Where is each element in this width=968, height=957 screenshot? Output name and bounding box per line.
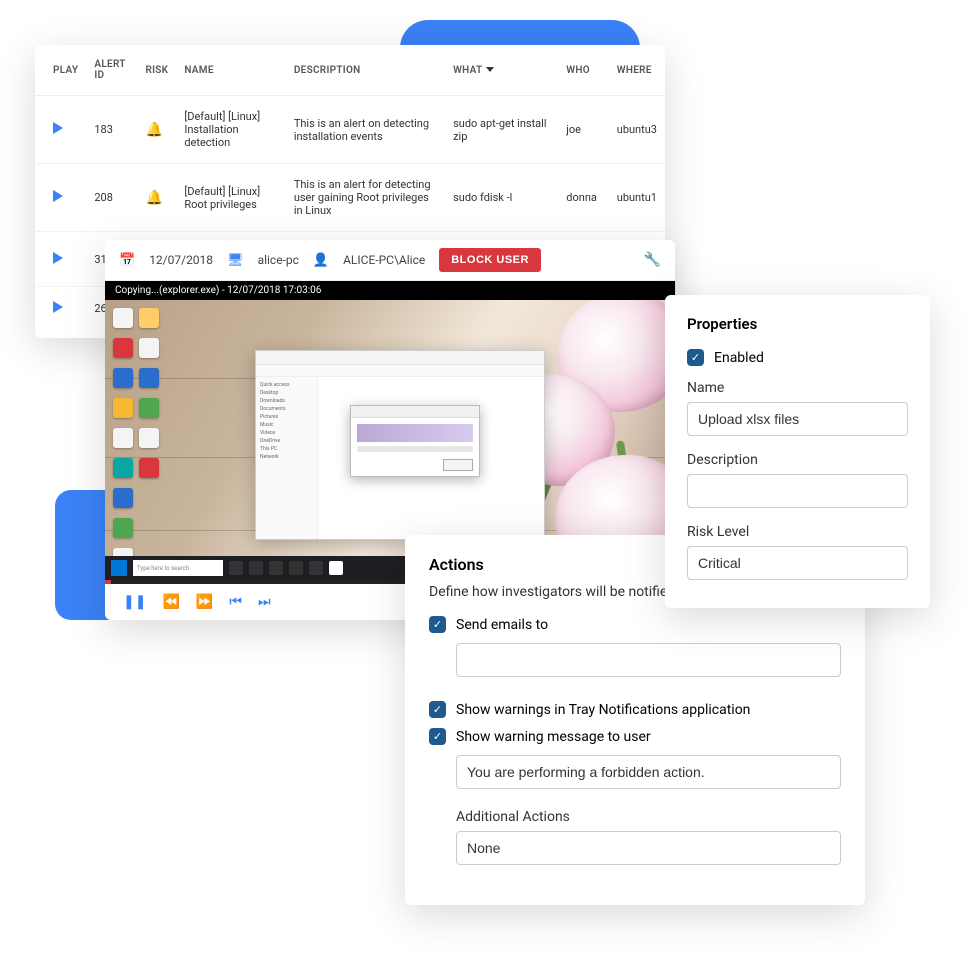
col-name[interactable]: NAME	[176, 45, 285, 96]
session-date: 12/07/2018	[149, 253, 213, 267]
additional-actions-label: Additional Actions	[456, 809, 841, 825]
cell-who: donna	[558, 164, 608, 232]
rewind-icon[interactable]: ⏪	[162, 594, 179, 610]
play-icon[interactable]	[53, 301, 63, 313]
session-host: alice-pc	[258, 253, 299, 267]
bell-icon: 🔔	[145, 190, 162, 206]
cell-alert-id: 183	[86, 96, 137, 164]
enabled-checkbox[interactable]: ✓	[687, 349, 704, 366]
cell-who: joe	[558, 96, 608, 164]
properties-panel: Properties ✓ Enabled Name Description Ri…	[665, 295, 930, 608]
cell-name: [Default] [Linux] Root privileges	[176, 164, 285, 232]
tray-notify-label: Show warnings in Tray Notifications appl…	[456, 702, 750, 718]
block-user-button[interactable]: BLOCK USER	[439, 248, 541, 272]
name-field[interactable]	[687, 402, 908, 436]
cell-description: This is an alert on detecting installati…	[286, 96, 445, 164]
table-row[interactable]: 208 🔔 [Default] [Linux] Root privileges …	[35, 164, 665, 232]
enabled-label: Enabled	[714, 350, 764, 366]
forward-icon[interactable]: ⏩	[196, 594, 213, 610]
description-label: Description	[687, 452, 908, 468]
bell-icon: 🔔	[145, 122, 162, 138]
desktop-icons-col	[139, 308, 159, 478]
cell-description: This is an alert for detecting user gain…	[286, 164, 445, 232]
desktop-icons-col	[113, 308, 133, 568]
session-user: ALICE-PC\Alice	[343, 253, 425, 267]
play-icon[interactable]	[53, 122, 63, 134]
recording-titlebar: Copying...(explorer.exe) - 12/07/2018 17…	[105, 281, 675, 300]
player-toolbar: 📅 12/07/2018 🖥 alice-pc 👤 ALICE-PC\Alice…	[105, 240, 675, 281]
col-where[interactable]: WHERE	[609, 45, 665, 96]
description-field[interactable]	[687, 474, 908, 508]
copy-dialog	[350, 405, 480, 477]
table-row[interactable]: 183 🔔 [Default] [Linux] Installation det…	[35, 96, 665, 164]
cell-what: sudo apt-get install zip	[445, 96, 558, 164]
play-icon[interactable]	[53, 190, 63, 202]
col-risk[interactable]: RISK	[137, 45, 176, 96]
play-icon[interactable]	[53, 252, 63, 264]
cell-alert-id: 208	[86, 164, 137, 232]
start-button-icon	[111, 560, 127, 576]
name-label: Name	[687, 380, 908, 396]
cell-name: [Default] [Linux] Installation detection	[176, 96, 285, 164]
skip-forward-icon[interactable]: ⏭	[258, 594, 271, 610]
calendar-icon: 📅	[119, 253, 135, 268]
user-warning-field[interactable]	[456, 755, 841, 789]
tray-notify-checkbox[interactable]: ✓	[429, 701, 446, 718]
user-warning-label: Show warning message to user	[456, 729, 651, 745]
skip-back-icon[interactable]: ⏮	[229, 594, 242, 610]
send-emails-label: Send emails to	[456, 617, 548, 633]
properties-title: Properties	[687, 315, 908, 333]
col-play[interactable]: PLAY	[35, 45, 86, 96]
taskbar-search: Type here to search	[133, 560, 223, 576]
user-warning-checkbox[interactable]: ✓	[429, 728, 446, 745]
col-description[interactable]: DESCRIPTION	[286, 45, 445, 96]
sort-caret-icon	[486, 67, 494, 72]
risk-level-label: Risk Level	[687, 524, 908, 540]
cell-where: ubuntu3	[609, 96, 665, 164]
col-what[interactable]: WHAT	[445, 45, 558, 96]
settings-icon[interactable]: 🔧	[644, 252, 661, 268]
cell-what: sudo fdisk -l	[445, 164, 558, 232]
risk-level-field[interactable]	[687, 546, 908, 580]
send-emails-checkbox[interactable]: ✓	[429, 616, 446, 633]
col-who[interactable]: WHO	[558, 45, 608, 96]
cell-where: ubuntu1	[609, 164, 665, 232]
monitor-icon: 🖥	[227, 253, 244, 268]
additional-actions-field[interactable]	[456, 831, 841, 865]
pause-icon[interactable]: ❚❚	[123, 594, 146, 610]
col-alert-id[interactable]: ALERT ID	[86, 45, 137, 96]
send-emails-field[interactable]	[456, 643, 841, 677]
user-icon: 👤	[313, 253, 329, 268]
